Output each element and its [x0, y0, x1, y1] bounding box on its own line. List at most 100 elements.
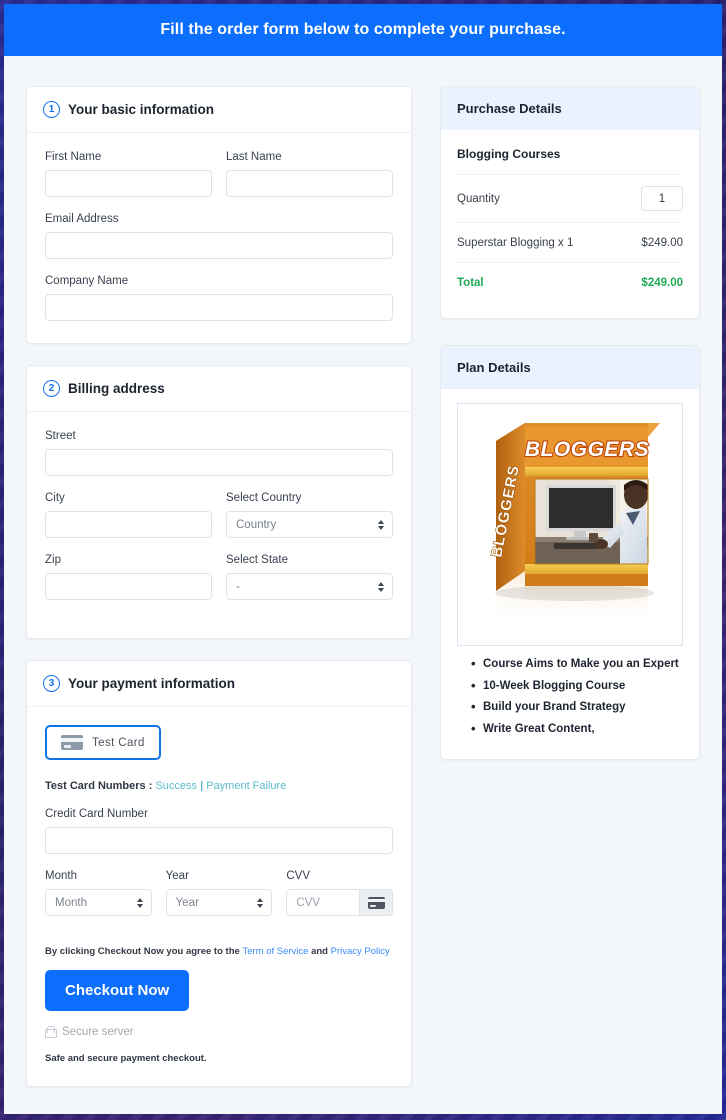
list-item: 10-Week Blogging Course — [471, 677, 683, 695]
bloggers-course-box-image: BLOGGERS BLOGGERS — [488, 423, 660, 629]
month-select[interactable]: Month — [45, 889, 152, 916]
city-label: City — [45, 492, 65, 504]
safe-checkout-note: Safe and secure payment checkout. — [45, 1053, 207, 1064]
step-number-badge: 1 — [43, 101, 60, 118]
email-address-field: Email Address — [45, 213, 393, 259]
terms-middle: and — [308, 946, 331, 957]
payment-failure-link[interactable]: Payment Failure — [206, 780, 286, 792]
form-column: 1 Your basic information First Name Last… — [26, 86, 412, 1108]
billing-address-body: Street City Select Country Country Zip S… — [27, 412, 411, 638]
company-name-field: Company Name — [45, 275, 393, 321]
billing-address-title: Billing address — [68, 381, 165, 396]
credit-card-number-input[interactable] — [45, 827, 393, 854]
payment-information-title: Your payment information — [68, 676, 236, 691]
state-label: Select State — [226, 554, 289, 566]
test-card-numbers-label: Test Card Numbers : — [45, 780, 153, 792]
link-separator: | — [200, 780, 204, 792]
plan-bullets-list: Course Aims to Make you an Expert 10-Wee… — [457, 655, 683, 738]
street-field: Street — [45, 430, 393, 476]
list-item: Course Aims to Make you an Expert — [471, 655, 683, 673]
basic-information-header: 1 Your basic information — [27, 87, 411, 133]
month-field: Month Month — [45, 870, 152, 916]
quantity-input[interactable] — [641, 186, 683, 211]
term-of-service-link[interactable]: Term of Service — [242, 946, 308, 957]
success-link[interactable]: Success — [155, 780, 197, 792]
state-field: Select State - — [226, 554, 393, 616]
product-image-container: BLOGGERS BLOGGERS — [457, 403, 683, 646]
year-label: Year — [165, 870, 189, 882]
city-field: City — [45, 492, 212, 538]
lock-icon — [45, 1026, 57, 1038]
credit-card-number-label: Credit Card Number — [45, 808, 148, 820]
list-item: Write Great Content, — [471, 720, 683, 738]
street-input[interactable] — [45, 449, 393, 476]
cvv-input-group — [286, 889, 394, 916]
country-select-wrapper: Country — [226, 511, 393, 538]
year-select[interactable]: Year — [165, 889, 273, 916]
payment-information-body: Test Card Test Card Numbers : Success | … — [27, 707, 411, 1086]
last-name-label: Last Name — [226, 151, 282, 163]
purchase-details-panel: Purchase Details Blogging Courses Quanti… — [440, 86, 700, 319]
test-card-numbers: Test Card Numbers : Success | Payment Fa… — [45, 780, 393, 792]
privacy-policy-link[interactable]: Privacy Policy — [331, 946, 390, 957]
cvv-help-button[interactable] — [359, 889, 394, 916]
summary-column: Purchase Details Blogging Courses Quanti… — [440, 86, 700, 786]
state-select-wrapper: - — [226, 573, 393, 600]
plan-details-panel: Plan Details BLOGGERS BLOGGERS • Course … — [440, 345, 700, 760]
company-name-input[interactable] — [45, 294, 393, 321]
last-name-field: Last Name — [226, 151, 393, 213]
credit-card-icon — [61, 735, 83, 750]
company-name-label: Company Name — [45, 275, 129, 287]
terms-prefix: By clicking Checkout Now you agree to th… — [45, 946, 243, 957]
month-select-wrapper: Month — [45, 889, 152, 916]
cvv-input[interactable] — [286, 889, 360, 916]
total-label: Total — [457, 276, 484, 289]
content-wrapper: 1 Your basic information First Name Last… — [4, 56, 722, 1108]
year-field: Year Year — [165, 870, 273, 916]
step-number-badge: 2 — [43, 380, 60, 397]
zip-field: Zip — [45, 554, 212, 600]
total-row: Total $249.00 — [457, 262, 683, 302]
test-card-button[interactable]: Test Card — [45, 725, 161, 760]
country-field: Select Country Country — [226, 492, 393, 554]
name-row: First Name Last Name — [45, 151, 393, 213]
line-item-row: Superstar Blogging x 1 $249.00 — [457, 222, 683, 262]
banner-text: Fill the order form below to complete yo… — [160, 21, 566, 38]
billing-address-header: 2 Billing address — [27, 366, 411, 412]
cvv-label: CVV — [286, 870, 310, 882]
page-banner: Fill the order form below to complete yo… — [4, 4, 722, 56]
basic-information-card: 1 Your basic information First Name Last… — [26, 86, 412, 344]
credit-card-icon — [367, 896, 385, 909]
first-name-input[interactable] — [45, 170, 212, 197]
quantity-label: Quantity — [457, 192, 500, 205]
step-number-badge: 3 — [43, 675, 60, 692]
secure-server-label: Secure server — [62, 1026, 134, 1038]
month-label: Month — [45, 870, 77, 882]
basic-information-body: First Name Last Name Email Address Compa… — [27, 133, 411, 343]
svg-text:BLOGGERS: BLOGGERS — [525, 438, 649, 461]
payment-information-header: 3 Your payment information — [27, 661, 411, 707]
secure-server-note: Secure server — [45, 1026, 393, 1038]
checkout-now-button[interactable]: Checkout Now — [45, 970, 190, 1011]
basic-information-title: Your basic information — [68, 102, 215, 117]
zip-label: Zip — [45, 554, 61, 566]
billing-address-card: 2 Billing address Street City Select Cou… — [26, 365, 412, 639]
page-frame: Fill the order form below to complete yo… — [0, 0, 726, 1120]
state-select[interactable]: - — [226, 573, 393, 600]
year-select-wrapper: Year — [165, 889, 273, 916]
last-name-input[interactable] — [226, 170, 393, 197]
terms-text: By clicking Checkout Now you agree to th… — [45, 946, 393, 957]
purchase-details-body: Blogging Courses Quantity Superstar Blog… — [441, 130, 699, 318]
country-select[interactable]: Country — [226, 511, 393, 538]
quantity-row: Quantity — [457, 174, 683, 222]
first-name-field: First Name — [45, 151, 212, 197]
city-input[interactable] — [45, 511, 212, 538]
payment-information-card: 3 Your payment information Test Card Tes… — [26, 660, 412, 1087]
list-item: Build your Brand Strategy — [471, 698, 683, 716]
zip-input[interactable] — [45, 573, 212, 600]
test-card-button-label: Test Card — [92, 736, 145, 749]
email-address-input[interactable] — [45, 232, 393, 259]
street-label: Street — [45, 430, 76, 442]
product-group-name: Blogging Courses — [457, 147, 561, 161]
checkout-page: Fill the order form below to complete yo… — [4, 4, 722, 1114]
